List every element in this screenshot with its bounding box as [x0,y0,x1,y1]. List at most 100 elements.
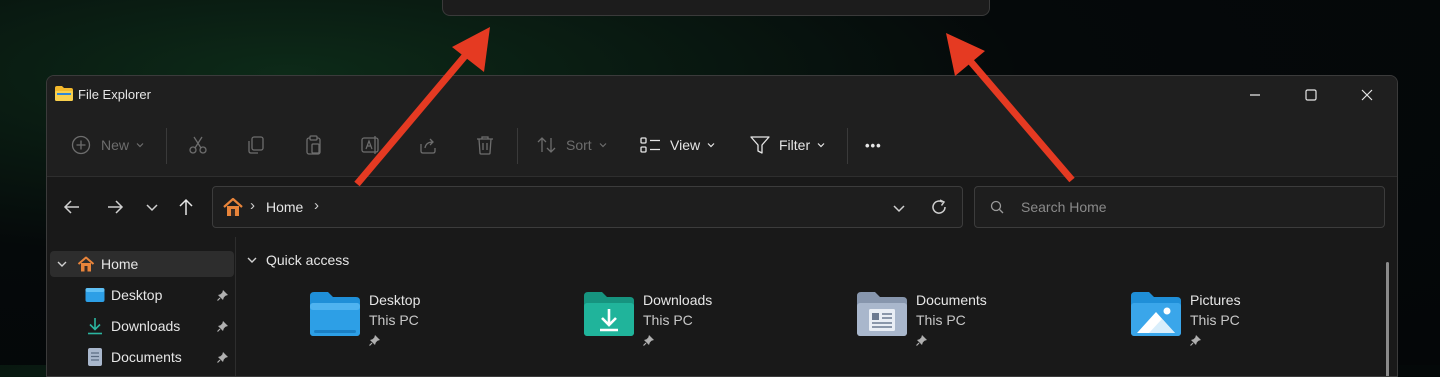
breadcrumb-separator-icon[interactable]: › [314,197,319,214]
sidebar-item-home[interactable]: Home [50,251,234,277]
search-icon [990,200,1004,214]
tile-location: This PC [643,312,693,328]
sort-button[interactable]: Sort [536,114,608,176]
breadcrumb-home[interactable]: Home [266,199,303,215]
new-label: New [101,137,130,153]
home-icon [77,256,95,272]
pin-icon [643,335,654,346]
file-explorer-window: File Explorer New Sort View Filter ••• ›… [46,75,1398,377]
tile-name: Pictures [1190,292,1241,308]
sidebar-item-label: Documents [111,349,182,365]
pin-icon [369,335,380,346]
download-icon [88,318,102,335]
chevron-down-icon [247,257,257,263]
sidebar-item-label: Desktop [111,287,163,303]
cut-button[interactable] [187,114,209,176]
desktop-folder-icon [85,288,105,302]
arrow-right-icon [108,200,124,214]
chevron-down-icon [599,143,607,148]
refresh-icon[interactable] [930,198,948,216]
more-options-icon: ••• [865,137,882,153]
forward-button[interactable] [103,195,127,219]
file-explorer-app-icon [55,86,73,101]
filter-label: Filter [779,137,811,153]
search-input[interactable] [1021,198,1361,216]
quick-access-tile-downloads[interactable]: Downloads This PC [582,292,842,362]
documents-icon [88,348,102,366]
content-area: Quick access Desktop This PC Downloads T… [236,237,1397,376]
pictures-folder-icon [1131,292,1181,336]
paste-icon [306,135,321,155]
minimize-button[interactable] [1227,76,1283,114]
back-button[interactable] [60,195,84,219]
chevron-down-icon [817,143,825,148]
chevron-down-icon [707,143,715,148]
paste-button[interactable] [303,114,325,176]
rename-icon [361,136,379,154]
tile-name: Desktop [369,292,421,308]
sidebar-item-label: Home [101,256,139,272]
address-bar[interactable]: › Home › [212,186,963,228]
vertical-scrollbar[interactable] [1386,262,1389,376]
top-popup-panel [442,0,990,16]
up-button[interactable] [174,195,198,219]
share-icon [420,138,436,154]
tile-name: Documents [916,292,987,308]
minimize-icon [1250,94,1260,96]
view-list-icon [640,137,660,153]
tile-location: This PC [916,312,966,328]
downloads-folder-icon [584,292,634,336]
new-button[interactable]: New [71,114,145,176]
pin-icon[interactable] [217,289,229,301]
maximize-icon [1305,89,1317,101]
quick-access-tile-pictures[interactable]: Pictures This PC [1129,292,1389,362]
navigation-bar: › Home › [47,177,1397,237]
sidebar-item-label: Downloads [111,318,181,334]
toolbar-divider [166,128,167,164]
search-box[interactable] [974,186,1385,228]
maximize-button[interactable] [1283,76,1339,114]
navigation-pane: Home Desktop Downloads Documents [47,237,235,376]
quick-access-header[interactable]: Quick access [246,252,349,268]
pin-icon [916,335,927,346]
breadcrumb-separator-icon: › [250,197,255,214]
command-bar: New Sort View Filter ••• [47,114,1397,177]
close-button[interactable] [1339,76,1395,114]
toolbar-divider [517,128,518,164]
chevron-down-icon [146,204,158,212]
sort-icon [537,137,556,153]
toolbar-divider [847,128,848,164]
plus-circle-icon [71,135,91,155]
rename-button[interactable] [359,114,381,176]
title-bar[interactable]: File Explorer [47,76,1397,114]
quick-access-title: Quick access [266,252,350,268]
trash-icon [477,136,493,155]
sidebar-item-downloads[interactable]: Downloads [85,313,235,339]
quick-access-tile-documents[interactable]: Documents This PC [855,292,1115,362]
view-button[interactable]: View [640,114,716,176]
arrow-left-icon [63,200,79,214]
window-title: File Explorer [78,87,151,102]
share-button[interactable] [417,114,439,176]
copy-button[interactable] [245,114,267,176]
tile-location: This PC [369,312,419,328]
sort-label: Sort [566,137,592,153]
cut-icon [189,136,207,154]
pin-icon[interactable] [217,351,229,363]
pin-icon[interactable] [217,320,229,332]
filter-button[interactable]: Filter [749,114,826,176]
delete-button[interactable] [474,114,496,176]
recent-locations-button[interactable] [140,195,164,219]
see-more-button[interactable]: ••• [865,114,882,176]
filter-icon [750,136,770,154]
sidebar-item-documents[interactable]: Documents [85,344,235,370]
pin-icon [1190,335,1201,346]
chevron-down-icon [136,143,144,148]
chevron-down-icon[interactable] [56,258,68,270]
view-label: View [670,137,701,153]
desktop-folder-icon [310,292,360,336]
quick-access-tile-desktop[interactable]: Desktop This PC [308,292,568,362]
address-dropdown-icon[interactable] [892,201,906,215]
sidebar-item-desktop[interactable]: Desktop [85,282,235,308]
arrow-up-icon [179,198,193,215]
